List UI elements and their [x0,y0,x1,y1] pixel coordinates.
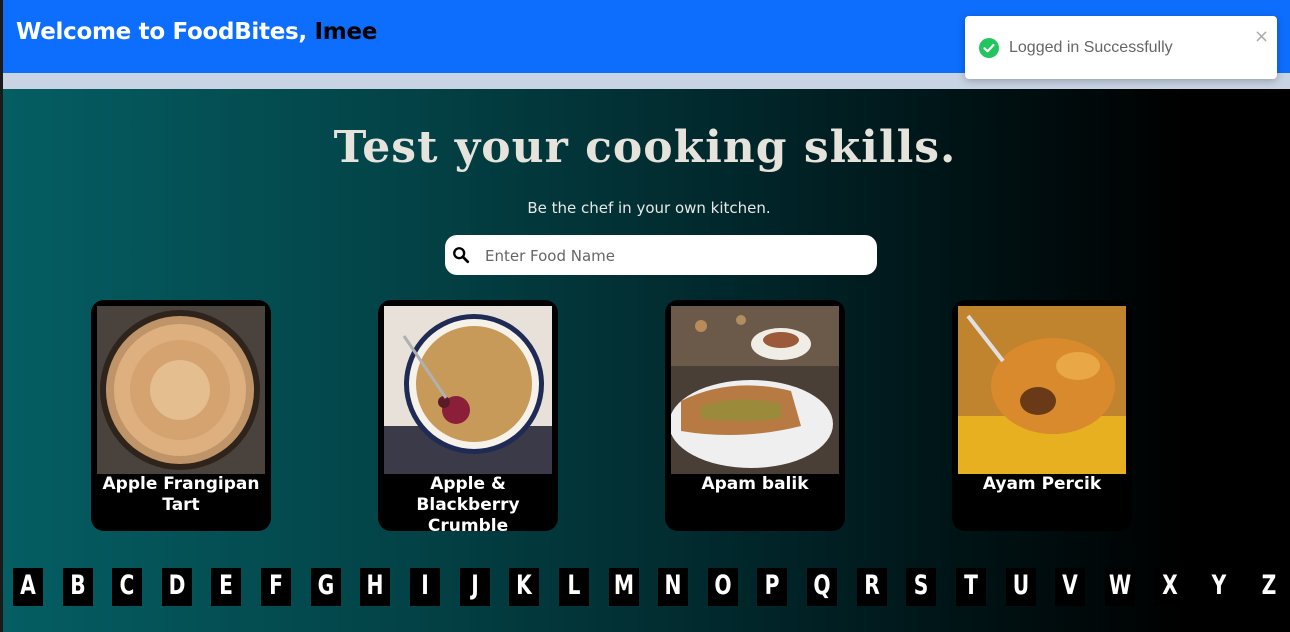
toast-message: Logged in Successfully [1009,39,1173,56]
meal-name[interactable]: Apam balik [671,474,839,495]
letter-button[interactable]: X [1155,568,1185,606]
letter-button[interactable]: Y [1204,568,1234,606]
letter-button[interactable]: T [956,568,986,606]
page-subtitle: Be the chef in your own kitchen. [527,199,771,217]
meal-card[interactable]: Ayam Percik [952,300,1132,531]
meal-card[interactable]: Apple Frangipan Tart [91,300,271,531]
check-circle-icon [979,38,999,58]
meal-card[interactable]: Apple & Blackberry Crumble [378,300,558,531]
meal-name[interactable]: Apple & Blackberry Crumble [384,474,552,531]
meal-name[interactable]: Ayam Percik [958,474,1126,495]
letter-button[interactable]: D [162,568,192,606]
letter-button[interactable]: F [261,568,291,606]
letter-button[interactable]: V [1055,568,1085,606]
letter-button[interactable]: M [609,568,639,606]
close-icon[interactable]: × [1254,26,1269,47]
letter-button[interactable]: S [906,568,936,606]
search-input[interactable] [483,235,867,277]
letter-button[interactable]: U [1006,568,1036,606]
user-name: Imee [314,19,378,45]
letter-button[interactable]: J [460,568,490,606]
letter-button[interactable]: P [757,568,787,606]
alphabet-filter: A B C D E F G H I J K L M N O P Q R S T … [0,568,1290,608]
letter-button[interactable]: E [211,568,241,606]
page-title: Test your cooking skills. [333,122,957,173]
meal-image[interactable] [671,306,839,474]
meal-image[interactable] [958,306,1126,474]
letter-button[interactable]: Q [807,568,837,606]
letter-button[interactable]: A [13,568,43,606]
meal-image[interactable] [384,306,552,474]
letter-button[interactable]: Z [1254,568,1284,606]
meal-image[interactable] [97,306,265,474]
letter-button[interactable]: O [708,568,738,606]
meal-name[interactable]: Apple Frangipan Tart [97,474,265,516]
toast-notification: Logged in Successfully × [965,16,1277,79]
letter-button[interactable]: R [857,568,887,606]
search-icon[interactable] [452,246,470,264]
meal-card[interactable]: Apam balik [665,300,845,531]
letter-button[interactable]: L [559,568,589,606]
welcome-text: Welcome to FoodBites, [16,19,307,45]
letter-button[interactable]: I [410,568,440,606]
welcome-heading: Welcome to FoodBites, Imee [16,19,377,45]
letter-button[interactable]: H [360,568,390,606]
letter-button[interactable]: G [311,568,341,606]
letter-button[interactable]: C [112,568,142,606]
letter-button[interactable]: N [658,568,688,606]
letter-button[interactable]: K [509,568,539,606]
search-bar [445,235,877,277]
letter-button[interactable]: B [63,568,93,606]
letter-button[interactable]: W [1105,568,1135,606]
